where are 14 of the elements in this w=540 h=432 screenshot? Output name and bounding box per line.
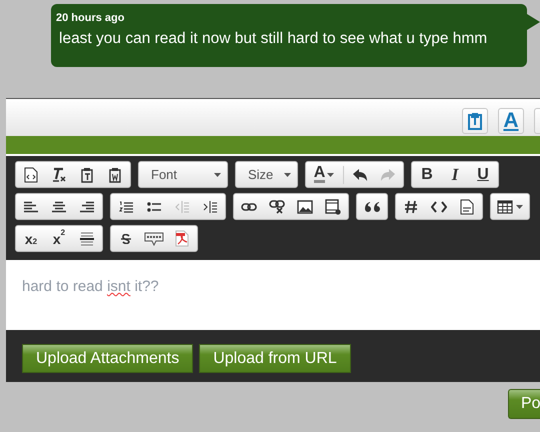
upload-button[interactable]: Upload Attachments xyxy=(22,344,194,373)
script-button[interactable]: x$^{2}$ xyxy=(45,226,73,251)
message-text: least you can read it now but still hard to see what u type hmm xyxy=(58,30,488,48)
message-time: 20 hours ago xyxy=(56,12,126,24)
upload-button[interactable]: Upload from URL xyxy=(199,344,351,373)
format-button[interactable]: B xyxy=(413,162,441,187)
font-color-button[interactable]: A xyxy=(307,162,341,187)
format-button[interactable]: U xyxy=(469,162,497,187)
post-button[interactable]: Po xyxy=(508,389,540,419)
script-button[interactable]: x$_{2}$ xyxy=(17,226,45,251)
font-dropdown[interactable]: Font xyxy=(138,161,228,188)
font-style-button[interactable]: A xyxy=(498,108,524,134)
format-button[interactable]: I xyxy=(441,162,469,187)
size-dropdown[interactable]: Size xyxy=(235,161,298,188)
